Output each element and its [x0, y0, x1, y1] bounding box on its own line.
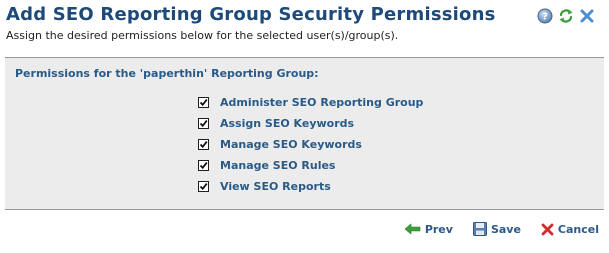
svg-text:?: ? — [542, 12, 548, 23]
close-icon[interactable] — [579, 8, 595, 24]
cancel-label[interactable]: Cancel — [558, 223, 599, 236]
checkbox-manage-rules[interactable] — [198, 160, 209, 171]
permission-label[interactable]: Administer SEO Reporting Group — [220, 96, 423, 109]
permissions-list: Administer SEO Reporting Group Assign SE… — [198, 92, 423, 197]
permissions-panel: Permissions for the 'paperthin' Reportin… — [5, 57, 604, 210]
permission-item-manage-keywords[interactable]: Manage SEO Keywords — [198, 134, 423, 155]
checkbox-manage-keywords[interactable] — [198, 139, 209, 150]
checkmark-icon — [199, 99, 208, 107]
save-label[interactable]: Save — [491, 223, 521, 236]
permission-item-manage-rules[interactable]: Manage SEO Rules — [198, 155, 423, 176]
checkbox-assign-keywords[interactable] — [198, 118, 209, 129]
checkmark-icon — [199, 120, 208, 128]
checkbox-administer[interactable] — [198, 97, 209, 108]
checkbox-view-reports[interactable] — [198, 181, 209, 192]
permission-label[interactable]: Manage SEO Rules — [220, 159, 335, 172]
cancel-x-icon — [541, 223, 554, 235]
prev-label[interactable]: Prev — [425, 223, 453, 236]
permission-item-view-reports[interactable]: View SEO Reports — [198, 176, 423, 197]
prev-button[interactable]: Prev — [404, 223, 453, 236]
permission-item-assign-keywords[interactable]: Assign SEO Keywords — [198, 113, 423, 134]
footer-actions: Prev Save Cancel — [404, 222, 599, 236]
cancel-button[interactable]: Cancel — [541, 223, 599, 236]
checkmark-icon — [199, 162, 208, 170]
arrow-left-icon — [404, 223, 421, 235]
permission-label[interactable]: Manage SEO Keywords — [220, 138, 362, 151]
checkmark-icon — [199, 183, 208, 191]
group-label: Permissions for the 'paperthin' Reportin… — [15, 67, 319, 80]
save-button[interactable]: Save — [472, 222, 521, 236]
page-title: Add SEO Reporting Group Security Permiss… — [6, 4, 496, 25]
permission-item-administer[interactable]: Administer SEO Reporting Group — [198, 92, 423, 113]
permission-label[interactable]: View SEO Reports — [220, 180, 331, 193]
refresh-icon[interactable] — [558, 8, 574, 24]
page-subtitle: Assign the desired permissions below for… — [6, 29, 399, 42]
header-toolbar: ? — [537, 8, 595, 24]
save-disk-icon — [472, 222, 487, 236]
dialog: Add SEO Reporting Group Security Permiss… — [0, 0, 609, 253]
help-icon[interactable]: ? — [537, 8, 553, 24]
checkmark-icon — [199, 141, 208, 149]
permission-label[interactable]: Assign SEO Keywords — [220, 117, 354, 130]
